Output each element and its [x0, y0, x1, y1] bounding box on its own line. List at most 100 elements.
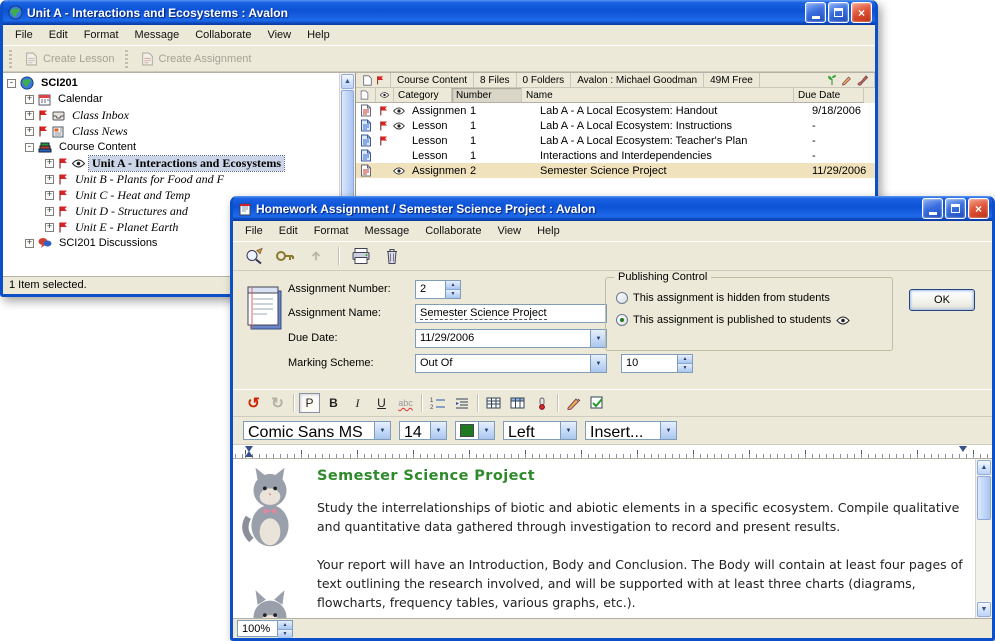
font-name-select[interactable]: Comic Sans MS ▼ [243, 421, 391, 440]
numbered-list-icon[interactable]: 12 [427, 393, 448, 413]
radio-published-option[interactable]: This assignment is published to students [616, 314, 850, 326]
insert-columns-icon[interactable] [507, 393, 528, 413]
spellcheck-icon[interactable]: abc [395, 393, 416, 413]
expand-icon[interactable]: + [25, 127, 34, 136]
chevron-down-icon[interactable]: ▼ [374, 422, 390, 439]
column-category[interactable]: Category [394, 88, 452, 103]
minimize-button[interactable] [805, 2, 826, 23]
step-down-icon[interactable]: ▼ [278, 630, 292, 638]
plant-icon[interactable] [826, 74, 838, 86]
insert-symbol-icon[interactable] [531, 393, 552, 413]
stepper-arrows[interactable]: ▲▼ [277, 621, 292, 636]
create-assignment-button[interactable]: Create Assignment [133, 52, 260, 66]
trash-icon[interactable] [381, 245, 403, 267]
list-row[interactable]: Lesson 1 Lab A - A Local Ecosystem: Inst… [356, 118, 875, 133]
stepper-arrows[interactable]: ▲▼ [445, 281, 460, 298]
menu-view[interactable]: View [489, 223, 529, 240]
expand-icon[interactable]: + [45, 159, 54, 168]
menu-collaborate[interactable]: Collaborate [187, 27, 259, 44]
redo-icon[interactable]: ↻ [267, 393, 288, 413]
history-arrow-icon[interactable] [305, 245, 327, 267]
radio-off-icon[interactable] [616, 292, 628, 304]
step-down-icon[interactable]: ▼ [678, 364, 692, 372]
indent-icon[interactable] [451, 393, 472, 413]
column-item-icon[interactable] [356, 88, 376, 103]
menu-format[interactable]: Format [76, 27, 127, 44]
print-icon[interactable] [350, 245, 372, 267]
font-color-select[interactable]: ▼ [455, 421, 495, 440]
chevron-down-icon[interactable]: ▼ [478, 422, 494, 439]
assignment-number-stepper[interactable]: 2 ▲▼ [415, 280, 461, 299]
chevron-down-icon[interactable]: ▼ [590, 355, 606, 372]
radio-on-icon[interactable] [616, 314, 628, 326]
ruler[interactable] [233, 444, 992, 459]
column-due-date[interactable]: Due Date [794, 88, 864, 103]
close-button[interactable]: × [968, 198, 989, 219]
ok-button[interactable]: OK [909, 289, 975, 311]
scroll-up-icon[interactable]: ▲ [341, 74, 354, 89]
marking-out-of-stepper[interactable]: 10 ▲▼ [621, 354, 693, 373]
menu-view[interactable]: View [259, 27, 299, 44]
menu-help[interactable]: Help [299, 27, 338, 44]
chevron-down-icon[interactable]: ▼ [660, 422, 676, 439]
tree-item-class-inbox[interactable]: + Class Inbox [3, 107, 339, 123]
underline-button[interactable]: U [371, 393, 392, 413]
scroll-down-icon[interactable]: ▼ [977, 602, 991, 617]
collapse-icon[interactable]: - [25, 143, 34, 152]
key-icon[interactable] [274, 245, 296, 267]
document-editor[interactable]: Semester Science Project Study the inter… [233, 459, 992, 618]
brush-icon[interactable] [856, 74, 868, 86]
find-icon[interactable] [243, 245, 265, 267]
menu-collaborate[interactable]: Collaborate [417, 223, 489, 240]
italic-button[interactable]: I [347, 393, 368, 413]
table-icon[interactable] [483, 393, 504, 413]
assignment-window-titlebar[interactable]: Homework Assignment / Semester Science P… [233, 196, 992, 221]
maximize-button[interactable] [945, 198, 966, 219]
list-row[interactable]: Lesson 1 Interactions and Interdependenc… [356, 148, 875, 163]
tree-item-sci201[interactable]: - SCI201 [3, 75, 339, 91]
zoom-control[interactable]: 100% ▲▼ [237, 620, 293, 637]
chevron-down-icon[interactable]: ▼ [590, 330, 606, 347]
expand-icon[interactable]: + [45, 175, 54, 184]
tree-item-unit-b[interactable]: + Unit B - Plants for Food and F [3, 171, 339, 187]
expand-icon[interactable]: + [45, 191, 54, 200]
close-button[interactable]: × [851, 2, 872, 23]
stepper-arrows[interactable]: ▲▼ [677, 355, 692, 372]
step-up-icon[interactable]: ▲ [278, 621, 292, 630]
plain-style-button[interactable]: P [299, 393, 320, 413]
menu-help[interactable]: Help [529, 223, 568, 240]
due-date-select[interactable]: 11/29/2006 ▼ [415, 329, 607, 348]
sort-edit-icon[interactable] [563, 393, 584, 413]
menu-message[interactable]: Message [357, 223, 418, 240]
bold-button[interactable]: B [323, 393, 344, 413]
step-down-icon[interactable]: ▼ [446, 290, 460, 298]
chevron-down-icon[interactable]: ▼ [560, 422, 576, 439]
right-margin-marker[interactable] [959, 446, 967, 452]
alignment-select[interactable]: Left ▼ [503, 421, 577, 440]
menu-file[interactable]: File [237, 223, 271, 240]
scroll-up-icon[interactable]: ▲ [977, 460, 991, 475]
collapse-icon[interactable]: - [7, 79, 16, 88]
tree-item-course-content[interactable]: - Course Content [3, 139, 339, 155]
chevron-down-icon[interactable]: ▼ [430, 422, 446, 439]
menu-message[interactable]: Message [127, 27, 188, 44]
font-size-select[interactable]: 14 ▼ [399, 421, 447, 440]
assignment-name-field[interactable]: Semester Science Project [415, 304, 607, 323]
tree-item-unit-a[interactable]: + Unit A - Interactions and Ecosystems [3, 155, 339, 171]
expand-icon[interactable]: + [45, 223, 54, 232]
scrollbar-thumb[interactable] [977, 476, 991, 520]
expand-icon[interactable]: + [25, 239, 34, 248]
document-body[interactable]: Semester Science Project Study the inter… [317, 463, 968, 618]
step-up-icon[interactable]: ▲ [678, 355, 692, 364]
column-number[interactable]: Number [452, 88, 522, 103]
indent-marker[interactable] [245, 451, 253, 457]
document-scrollbar[interactable]: ▲ ▼ [975, 459, 992, 618]
course-window-titlebar[interactable]: Unit A - Interactions and Ecosystems : A… [3, 0, 875, 25]
minimize-button[interactable] [922, 198, 943, 219]
menu-file[interactable]: File [7, 27, 41, 44]
menu-edit[interactable]: Edit [271, 223, 306, 240]
maximize-button[interactable] [828, 2, 849, 23]
column-name[interactable]: Name [522, 88, 794, 103]
marking-scheme-select[interactable]: Out Of ▼ [415, 354, 607, 373]
expand-icon[interactable]: + [45, 207, 54, 216]
